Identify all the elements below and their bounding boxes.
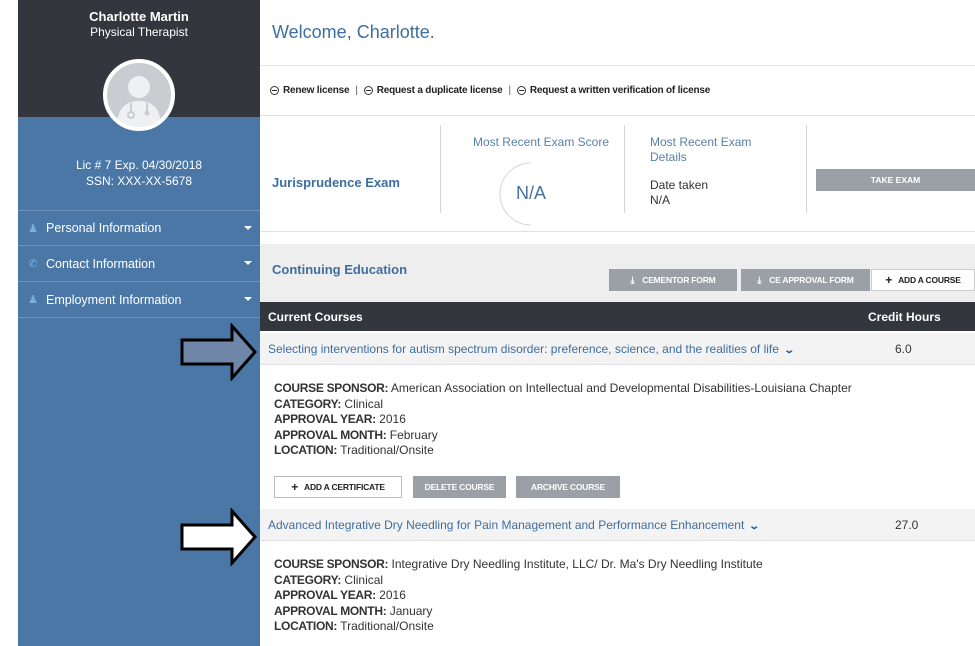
location-value: Traditional/Onsite: [340, 619, 434, 633]
license-actions-bar: Renew license | Request a duplicate lice…: [260, 66, 975, 116]
approval-month-value: February: [389, 427, 438, 442]
approval-year-value: 2016: [379, 412, 406, 426]
exam-title: Jurisprudence Exam: [272, 175, 400, 190]
request-verification-link[interactable]: Request a written verification of licens…: [516, 85, 711, 96]
cementor-form-label: CEMENTOR FORM: [642, 275, 716, 285]
course-name-link[interactable]: Advanced Integrative Dry Needling for Pa…: [268, 518, 761, 532]
caret-down-icon: [244, 261, 252, 265]
take-exam-button[interactable]: TAKE EXAM: [816, 169, 975, 191]
caret-down-icon: [244, 226, 252, 230]
approval-month-label: APPROVAL MONTH:: [274, 427, 387, 442]
course-details: COURSE SPONSOR: American Association on …: [274, 381, 852, 459]
category-value: Clinical: [344, 572, 384, 587]
approval-month-value: January: [389, 603, 433, 618]
add-course-label: ADD A COURSE: [898, 275, 961, 285]
download-icon: ⤓: [757, 274, 762, 285]
course-name: Selecting interventions for autism spect…: [268, 342, 779, 356]
sidebar-item-label: Personal Information: [46, 221, 162, 235]
add-certificate-label: ADD A CERTIFICATE: [304, 482, 385, 492]
approval-year-label: APPROVAL YEAR:: [274, 588, 376, 602]
ce-approval-form-button[interactable]: ⤓ CE APPROVAL FORM: [741, 269, 870, 291]
exam-score-label: Most Recent Exam Score: [472, 135, 610, 149]
circle-minus-icon: [516, 86, 526, 95]
category-value: Clinical: [344, 396, 384, 411]
download-icon: ⤓: [630, 274, 635, 285]
course-row[interactable]: Selecting interventions for autism spect…: [260, 333, 975, 365]
category-label: CATEGORY:: [274, 572, 342, 587]
date-taken-value: N/A: [650, 193, 671, 207]
sidebar-item-contact-information[interactable]: ✆ Contact Information: [18, 246, 260, 282]
date-taken-label: Date taken: [650, 178, 709, 192]
course-name-link[interactable]: Selecting interventions for autism spect…: [268, 342, 795, 356]
courses-table-header: Current Courses Credit Hours: [260, 302, 975, 331]
course-name: Advanced Integrative Dry Needling for Pa…: [268, 518, 745, 532]
chevron-down-icon[interactable]: ⌄: [749, 521, 761, 532]
divider: [440, 125, 441, 213]
renew-license-label: Renew license: [283, 85, 350, 96]
divider: [806, 125, 807, 213]
exam-section: Jurisprudence Exam Most Recent Exam Scor…: [260, 117, 975, 232]
phone-icon: ✆: [28, 258, 38, 270]
sidebar-item-label: Employment Information: [46, 292, 182, 307]
annotation-arrow-icon: [180, 508, 258, 566]
main-content: Welcome, Charlotte. Renew license | Requ…: [260, 0, 975, 646]
sponsor-label: COURSE SPONSOR:: [274, 381, 389, 395]
category-label: CATEGORY:: [274, 396, 342, 411]
annotation-arrow-icon: [180, 323, 258, 381]
column-header-courses: Current Courses: [268, 310, 363, 324]
renew-license-link[interactable]: Renew license: [270, 85, 350, 96]
cementor-form-button[interactable]: ⤓ CEMENTOR FORM: [609, 269, 737, 291]
sidebar-item-label: Contact Information: [46, 256, 156, 271]
ce-approval-form-label: CE APPROVAL FORM: [769, 275, 854, 285]
sidebar-item-employment-information[interactable]: ♟ Employment Information: [18, 282, 260, 318]
plus-icon: +: [885, 273, 893, 287]
separator: |: [355, 85, 358, 96]
ssn: SSN: XXX-XX-5678: [85, 174, 193, 188]
sponsor-label: COURSE SPONSOR:: [274, 557, 389, 571]
person-icon: ♟: [28, 222, 38, 235]
sponsor-value: Integrative Dry Needling Institute, LLC/…: [391, 557, 763, 571]
separator: |: [508, 85, 512, 96]
circle-minus-icon: [363, 86, 373, 95]
circle-minus-icon: [270, 86, 279, 95]
add-course-button[interactable]: + ADD A COURSE: [871, 269, 975, 291]
course-credit-hours: 27.0: [895, 518, 919, 532]
approval-month-label: APPROVAL MONTH:: [274, 603, 387, 618]
ce-title: Continuing Education: [272, 262, 408, 277]
location-label: LOCATION:: [274, 619, 338, 633]
avatar: [103, 59, 175, 131]
approval-year-value: 2016: [379, 588, 406, 602]
course-details: COURSE SPONSOR: Integrative Dry Needling…: [274, 557, 763, 635]
delete-course-button[interactable]: DELETE COURSE: [413, 476, 506, 498]
exam-score-value: N/A: [515, 183, 546, 203]
request-duplicate-link[interactable]: Request a duplicate license: [363, 85, 503, 96]
request-duplicate-label: Request a duplicate license: [376, 85, 503, 96]
exam-details-label: Most Recent Exam Details: [650, 135, 752, 164]
add-certificate-button[interactable]: + ADD A CERTIFICATE: [274, 476, 402, 498]
license-info: Lic # 7 Exp. 04/30/2018 SSN: XXX-XX-5678: [18, 157, 260, 189]
course-credit-hours: 6.0: [895, 342, 912, 356]
doctor-avatar-icon: [117, 76, 161, 127]
welcome-heading: Welcome, Charlotte.: [260, 0, 975, 66]
divider: [624, 125, 625, 213]
column-header-credits: Credit Hours: [868, 310, 941, 324]
chevron-down-icon[interactable]: ⌄: [783, 345, 795, 356]
location-label: LOCATION:: [274, 443, 338, 457]
caret-down-icon: [244, 297, 252, 301]
location-value: Traditional/Onsite: [340, 443, 434, 457]
continuing-education-section: Continuing Education ⤓ CEMENTOR FORM ⤓ C…: [260, 244, 975, 302]
approval-year-label: APPROVAL YEAR:: [274, 412, 376, 426]
archive-course-button[interactable]: ARCHIVE COURSE: [516, 476, 620, 498]
user-title: Physical Therapist: [90, 25, 188, 39]
course-row[interactable]: Advanced Integrative Dry Needling for Pa…: [260, 509, 975, 541]
sidebar-item-personal-information[interactable]: ♟ Personal Information: [18, 210, 260, 246]
request-verification-label: Request a written verification of licens…: [529, 85, 711, 96]
sponsor-value: American Association on Intellectual and…: [390, 381, 852, 395]
plus-icon: +: [291, 480, 298, 494]
sidebar-nav: ♟ Personal Information ✆ Contact Informa…: [18, 210, 260, 318]
person-icon: ♟: [28, 294, 38, 306]
license-number: Lic # 7 Exp. 04/30/2018: [75, 158, 203, 172]
user-name: Charlotte Martin: [89, 9, 189, 24]
